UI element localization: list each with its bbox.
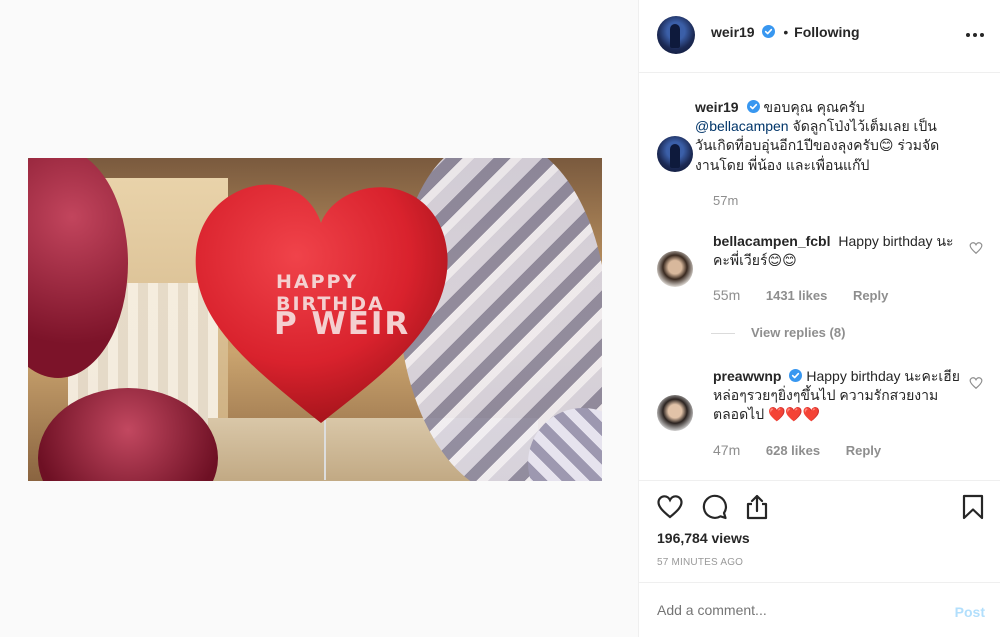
caption-emoji: 😊 (878, 138, 894, 154)
comment-username[interactable]: preawwnp (713, 368, 781, 384)
post-actions: 196,784 views 57 MINUTES AGO (639, 480, 1000, 582)
caption-time[interactable]: 57m (713, 193, 738, 208)
comment-username[interactable]: bellacampen_fcbl (713, 233, 831, 249)
instagram-post-page: HAPPY BIRTHDA P WEIR weir19 • Following (0, 0, 1000, 637)
post-header: weir19 • Following (639, 0, 1000, 73)
comment-reply-button[interactable]: Reply (853, 288, 888, 303)
save-bookmark-icon[interactable] (959, 493, 987, 521)
comment-avatar[interactable] (657, 251, 693, 287)
comment-heart-emojis: ❤️❤️❤️ (768, 407, 821, 423)
comment-avatar[interactable] (657, 395, 693, 431)
comment-likes[interactable]: 628 likes (766, 443, 820, 458)
view-replies-button[interactable]: View replies (8) (711, 325, 845, 340)
verified-badge-icon (789, 369, 803, 382)
media-pane: HAPPY BIRTHDA P WEIR (0, 0, 638, 637)
caption-meta: 57m (713, 193, 760, 208)
comment-text: preawwnp Happy birthday นะคะเฮีย หล่อๆรว… (713, 367, 963, 425)
more-options-icon[interactable] (965, 26, 985, 44)
caption-text: weir19 ขอบคุณ คุณครับ @bellacampen จัดลู… (695, 98, 945, 175)
comment-time[interactable]: 55m (713, 287, 740, 303)
comments-list[interactable]: weir19 ขอบคุณ คุณครับ @bellacampen จัดลู… (639, 73, 1000, 480)
verified-badge-icon (762, 25, 776, 38)
caption-username[interactable]: weir19 (695, 99, 739, 115)
view-count[interactable]: 196,784 views (657, 530, 750, 546)
comment-icon[interactable] (700, 493, 728, 521)
add-comment-bar: Post (639, 582, 1000, 637)
author-avatar[interactable] (657, 16, 695, 54)
header-separator: • (783, 24, 789, 40)
post-video[interactable]: HAPPY BIRTHDA P WEIR (28, 158, 602, 481)
comment-text: bellacampen_fcbl Happy birthday นะคะพี่เ… (713, 232, 963, 271)
view-replies-label: View replies (8) (751, 325, 846, 340)
comment-like-heart-icon[interactable] (969, 376, 983, 390)
comment-time[interactable]: 47m (713, 442, 740, 458)
post-side-panel: weir19 • Following weir19 ขอบคุณ คุณครับ… (638, 0, 1000, 637)
like-heart-icon[interactable] (656, 493, 684, 521)
heart-balloon: HAPPY BIRTHDA P WEIR (186, 178, 456, 438)
post-timestamp[interactable]: 57 MINUTES AGO (657, 557, 743, 568)
view-replies-line (711, 333, 735, 335)
caption-mention-link[interactable]: @bellacampen (695, 118, 789, 134)
comment-emojis: 😊😊 (767, 253, 797, 269)
post-comment-button[interactable]: Post (955, 604, 985, 620)
caption-avatar[interactable] (657, 136, 693, 172)
comment-like-heart-icon[interactable] (969, 241, 983, 255)
comment-reply-button[interactable]: Reply (846, 443, 881, 458)
share-icon[interactable] (743, 493, 771, 521)
verified-badge-icon (746, 100, 760, 113)
balloon-text-line2: P WEIR (274, 306, 411, 342)
following-button[interactable]: Following (794, 24, 859, 40)
comment-meta: 55m 1431 likes Reply (713, 287, 910, 303)
author-username[interactable]: weir19 (711, 24, 755, 40)
comment-likes[interactable]: 1431 likes (766, 288, 827, 303)
comment-meta: 47m 628 likes Reply (713, 442, 903, 458)
caption-text-start: ขอบคุณ คุณครับ (763, 99, 865, 115)
header-name-row: weir19 • Following (711, 24, 860, 40)
add-comment-input[interactable] (657, 602, 927, 618)
